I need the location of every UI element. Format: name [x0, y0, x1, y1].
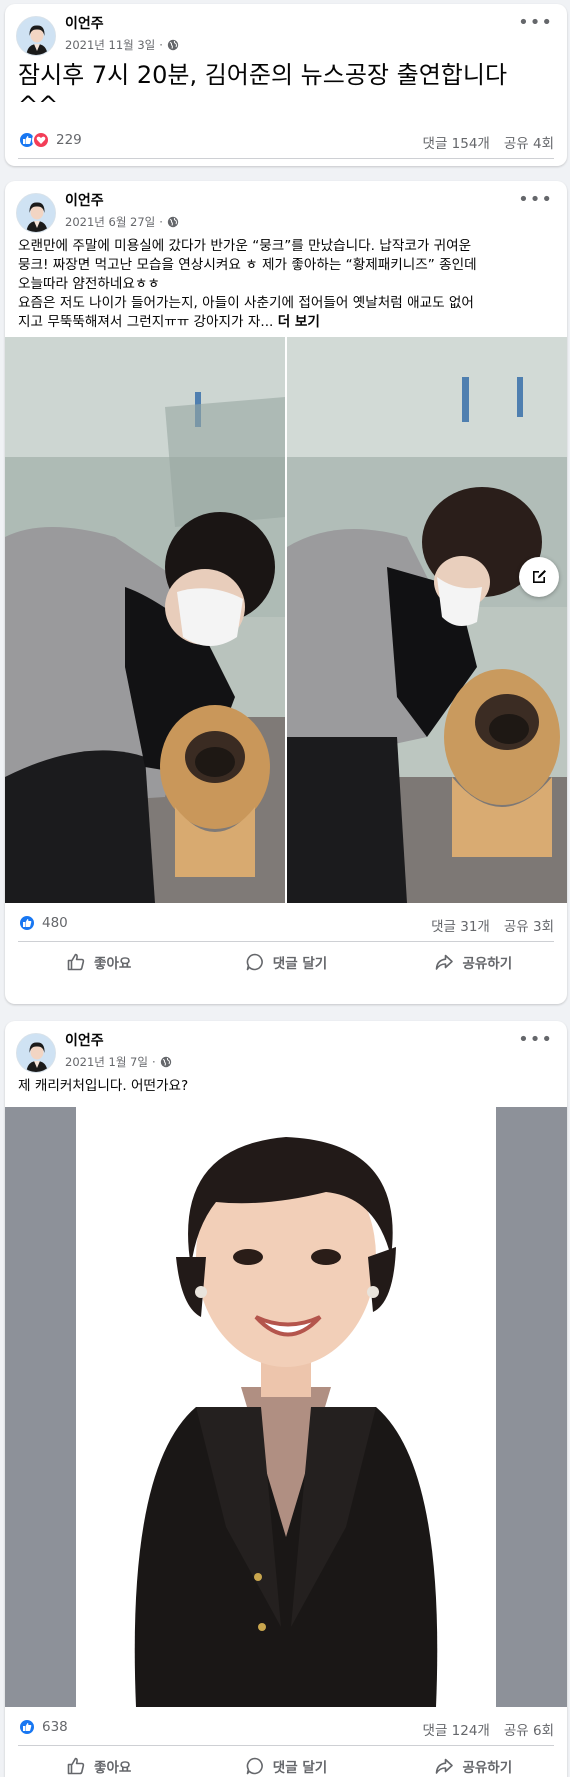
share-button[interactable]: 공유하기 — [380, 942, 567, 982]
globe-icon — [160, 1056, 171, 1068]
comment-count[interactable]: 댓글 31개 — [431, 915, 490, 935]
photo-right[interactable] — [287, 337, 567, 903]
share-count[interactable]: 공유 3회 — [504, 915, 554, 935]
post-text: 오랜만에 주말에 미용실에 갔다가 반가운 “뭉크”를 만났습니다. 납작코가 … — [5, 237, 567, 337]
comment-button[interactable]: 댓글 달기 — [192, 942, 379, 982]
comment-icon — [246, 953, 263, 971]
avatar[interactable] — [16, 16, 56, 56]
post-stats: 638 댓글 124개 공유 6회 — [5, 1707, 567, 1745]
meta-separator: · — [151, 1055, 156, 1069]
post-text-line: 오늘따라 얌전하네요ㅎㅎ — [18, 276, 160, 292]
post-stats: 480 댓글 31개 공유 3회 — [5, 903, 567, 941]
author-name[interactable]: 이언주 — [65, 190, 104, 210]
post-text: 잠시후 7시 20분, 김어준의 뉴스공장 출연합니다 ^^ — [18, 61, 508, 119]
reactions[interactable]: 638 — [18, 1718, 68, 1736]
post-3: 이언주 2021년 1월 7일 · ••• 제 캐리커처입니다. 어떤가요? 6… — [5, 1021, 567, 1777]
share-button[interactable]: 공유하기 — [380, 159, 567, 166]
like-icon — [67, 1757, 85, 1775]
action-bar: 좋아요 댓글 달기 공유하기 — [5, 1746, 567, 1777]
edit-photo-button[interactable] — [519, 557, 559, 597]
post-stats: 229 댓글 154개 공유 4회 — [5, 120, 567, 158]
avatar[interactable] — [16, 1033, 56, 1073]
post-meta: 2021년 11월 3일 · — [65, 37, 179, 53]
photo-left[interactable] — [5, 337, 285, 903]
action-bar: 좋아요 댓글 달기 공유하기 — [5, 159, 567, 166]
post-header: 이언주 2021년 6월 27일 · ••• — [5, 181, 567, 237]
action-bar: 좋아요 댓글 달기 공유하기 — [5, 942, 567, 982]
post-text-line-end: 지고 무뚝뚝해져서 그런지ㅠㅠ 강아지가 자... — [18, 314, 274, 330]
post-text-line: 뭉크! 짜장면 먹고난 모습을 연상시켜요 ㅎ 제가 좋아하는 “황제패키니즈”… — [18, 257, 477, 273]
like-icon — [67, 953, 85, 971]
like-button[interactable]: 좋아요 — [5, 942, 192, 982]
comment-button[interactable]: 댓글 달기 — [192, 1746, 379, 1777]
post-date[interactable]: 2021년 11월 3일 — [65, 37, 155, 53]
love-reaction-icon — [32, 131, 50, 149]
like-label: 좋아요 — [94, 1760, 132, 1776]
post-date[interactable]: 2021년 1월 7일 — [65, 1054, 148, 1070]
post-header: 이언주 2021년 1월 7일 · ••• — [5, 1021, 567, 1077]
post-1: 이언주 2021년 11월 3일 · ••• 잠시후 7시 20분, 김어준의 … — [5, 4, 567, 166]
share-label: 공유하기 — [462, 956, 513, 972]
caricature-image — [76, 1107, 496, 1707]
author-name[interactable]: 이언주 — [65, 13, 104, 33]
edit-icon — [533, 570, 546, 583]
globe-icon — [167, 216, 179, 228]
post-text-line: 지고 무뚝뚝해져서 그런지ㅠㅠ 강아지가 자... 더 보기 — [18, 313, 554, 332]
see-more-link[interactable]: 더 보기 — [278, 314, 320, 330]
engagement-counts: 댓글 154개 공유 4회 — [423, 132, 554, 152]
more-icon[interactable]: ••• — [518, 1031, 553, 1049]
comment-icon — [246, 1757, 263, 1775]
like-button[interactable]: 좋아요 — [5, 1746, 192, 1777]
like-reaction-icon — [18, 914, 36, 932]
meta-separator: · — [159, 38, 163, 52]
like-button[interactable]: 좋아요 — [5, 159, 192, 166]
reactions[interactable]: 229 — [18, 131, 82, 149]
caricature-photo[interactable] — [5, 1107, 567, 1707]
reaction-count: 480 — [42, 915, 68, 931]
share-icon — [436, 954, 454, 970]
like-label: 좋아요 — [94, 956, 132, 972]
author-name[interactable]: 이언주 — [65, 1030, 104, 1050]
reaction-count: 229 — [56, 132, 82, 148]
post-meta: 2021년 6월 27일 · — [65, 214, 179, 230]
share-count[interactable]: 공유 6회 — [504, 1719, 554, 1739]
engagement-counts: 댓글 31개 공유 3회 — [431, 915, 554, 935]
comment-count[interactable]: 댓글 124개 — [423, 1719, 490, 1739]
share-label: 공유하기 — [462, 1760, 513, 1776]
post-date[interactable]: 2021년 6월 27일 — [65, 214, 155, 230]
reactions[interactable]: 480 — [18, 914, 68, 932]
meta-separator: · — [159, 215, 163, 229]
post-2: 이언주 2021년 6월 27일 · ••• 오랜만에 주말에 미용실에 갔다가… — [5, 181, 567, 1004]
share-button[interactable]: 공유하기 — [380, 1746, 567, 1777]
globe-icon — [167, 39, 179, 51]
more-icon[interactable]: ••• — [518, 191, 553, 209]
like-reaction-icon — [18, 1718, 36, 1736]
post-text-line: 요즘은 저도 나이가 들어가는지, 아들이 사춘기에 접어들어 옛날처럼 애교도… — [18, 295, 474, 311]
comment-label: 댓글 달기 — [272, 956, 328, 972]
comment-button[interactable]: 댓글 달기 — [192, 159, 379, 166]
engagement-counts: 댓글 124개 공유 6회 — [423, 1719, 554, 1739]
more-icon[interactable]: ••• — [518, 14, 553, 32]
avatar[interactable] — [16, 193, 56, 233]
comment-label: 댓글 달기 — [272, 1760, 328, 1776]
post-text-line: 오랜만에 주말에 미용실에 갔다가 반가운 “뭉크”를 만났습니다. 납작코가 … — [18, 238, 472, 254]
share-count[interactable]: 공유 4회 — [504, 132, 554, 152]
reaction-count: 638 — [42, 1719, 68, 1735]
news-feed: 이언주 2021년 11월 3일 · ••• 잠시후 7시 20분, 김어준의 … — [0, 0, 570, 1777]
photo-grid — [5, 337, 567, 903]
post-text: 제 캐리커처입니다. 어떤가요? — [18, 1078, 189, 1094]
share-icon — [436, 1758, 454, 1774]
post-meta: 2021년 1월 7일 · — [65, 1054, 172, 1070]
comment-count[interactable]: 댓글 154개 — [423, 132, 490, 152]
post-header: 이언주 2021년 11월 3일 · ••• — [5, 4, 567, 60]
